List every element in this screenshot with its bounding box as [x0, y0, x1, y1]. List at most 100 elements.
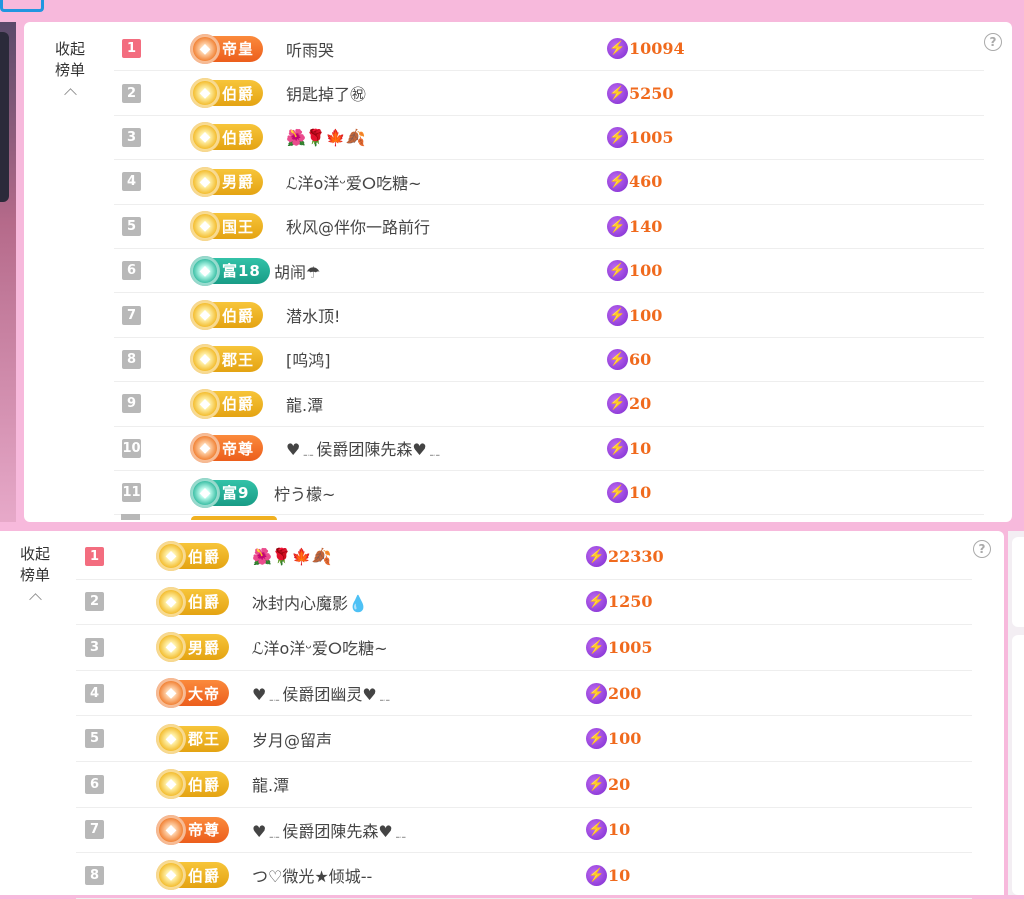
badge-gem-icon: ◆ [190, 344, 220, 375]
table-row[interactable]: 7 ◆ 帝尊 ♥﹎侯爵团陳先森♥﹎ ⚡ 10 [76, 808, 972, 854]
table-row[interactable]: 4 ◆ 男爵 ℒ洋o洋ᵕ爱ⵔ吃糖~ ⚡ 460 [114, 160, 984, 205]
lightning-icon: ⚡ [586, 545, 607, 567]
badge-label: 郡王 [222, 350, 255, 369]
table-row[interactable]: 6 ◆ 伯爵 龍.潭 ⚡ 20 [76, 762, 972, 808]
rank-number: 4 [85, 683, 104, 703]
badge-gem-icon: ◆ [156, 723, 186, 754]
rank-number: 1 [85, 546, 104, 566]
table-row[interactable]: 2 ◆ 伯爵 冰封内心魔影💧 ⚡ 1250 [76, 580, 972, 626]
badge-label: 郡王 [188, 730, 221, 749]
user-name[interactable]: 柠う檬~ [274, 481, 335, 505]
table-row[interactable]: 9 ◆ 伯爵 龍.潭 ⚡ 20 [114, 382, 984, 427]
user-name[interactable]: ♥﹎侯爵团陳先森♥﹎ [286, 436, 443, 460]
table-row[interactable]: 6 ◆ 富18 胡闹☂ ⚡ 100 [114, 249, 984, 294]
table-row[interactable]: 5 ◆ 国王 秋风@伴你一路前行 ⚡ 140 [114, 205, 984, 249]
user-name[interactable]: [呜鸿] [286, 347, 331, 371]
rank-title-badge: ◆ 伯爵 [190, 122, 264, 153]
user-name[interactable]: ℒ洋o洋ᵕ爱ⵔ吃糖~ [286, 170, 422, 194]
score-value: 10 [629, 438, 652, 458]
lightning-icon: ⚡ [607, 260, 628, 282]
contribution-score: ⚡ 200 [586, 682, 641, 704]
badge-label: 伯爵 [222, 395, 255, 414]
table-row[interactable]: 3 ◆ 男爵 ℒ洋o洋ᵕ爱ⵔ吃糖~ ⚡ 1005 [76, 625, 972, 671]
score-value: 140 [629, 216, 663, 236]
badge-gem-icon: ◆ [156, 678, 186, 709]
contribution-score: ⚡ 60 [607, 348, 651, 370]
collapse-label-line1: 收起 [19, 545, 50, 563]
badge-label: 伯爵 [222, 128, 255, 147]
rank-title-badge: ◆ 郡王 [190, 344, 264, 375]
table-row[interactable]: 4 ◆ 大帝 ♥﹎侯爵团幽灵♥﹎ ⚡ 200 [76, 671, 972, 717]
user-name[interactable]: 钥匙掉了㊗ [286, 81, 366, 105]
table-row[interactable]: 10 ◆ 帝尊 ♥﹎侯爵团陳先森♥﹎ ⚡ 10 [114, 427, 984, 471]
user-name[interactable]: 岁月@留声 [252, 727, 332, 751]
badge-gem-icon: ◆ [190, 78, 220, 109]
right-side-card [1012, 635, 1024, 895]
table-row[interactable]: 5 ◆ 郡王 岁月@留声 ⚡ 100 [76, 716, 972, 762]
chevron-up-icon [63, 88, 77, 101]
contribution-score: ⚡ 100 [586, 728, 641, 750]
user-name[interactable]: 龍.潭 [252, 772, 289, 796]
user-name[interactable]: ℒ洋o洋ᵕ爱ⵔ吃糖~ [252, 635, 388, 659]
badge-gem-icon: ◆ [190, 211, 220, 242]
rank-title-badge: ◆ 伯爵 [156, 860, 230, 891]
badge-gem-icon: ◆ [156, 541, 186, 572]
badge-gem-icon: ◆ [156, 814, 186, 845]
badge-label: 伯爵 [188, 866, 221, 885]
contribution-score: ⚡ 5250 [607, 82, 674, 104]
collapse-leaderboard-button[interactable]: 收起 榜单 [15, 544, 55, 606]
rank-number: 7 [85, 820, 104, 840]
user-name[interactable]: 秋风@伴你一路前行 [286, 214, 430, 238]
rank-number: 10 [122, 438, 141, 458]
table-row[interactable]: 1 ◆ 帝皇 听雨哭 ⚡ 10094 [114, 27, 984, 72]
contribution-score: ⚡ 1250 [586, 591, 653, 613]
table-row[interactable]: 7 ◆ 伯爵 潜水顶! ⚡ 100 [114, 293, 984, 338]
rank-title-badge: ◆ 富9 [190, 477, 259, 508]
rank-number: 9 [122, 394, 141, 414]
rank-title-badge: ◆ 伯爵 [190, 388, 264, 419]
user-name[interactable]: 听雨哭 [286, 37, 334, 61]
user-name[interactable]: 🌺🌹🍁🍂 [252, 547, 332, 566]
rank-title-badge: ◆ 伯爵 [156, 586, 230, 617]
table-row[interactable]: 3 ◆ 伯爵 🌺🌹🍁🍂 ⚡ 1005 [114, 116, 984, 161]
rank-number: 1 [122, 39, 141, 59]
user-name[interactable]: 胡闹☂ [274, 259, 320, 283]
leaderboard-panel-1: 收起 榜单 ? 1 ◆ 帝皇 听雨哭 ⚡ 10094 2 ◆ 伯爵 钥匙掉了㊗ ⚡ 5250 3 ◆ 伯爵 🌺… [24, 22, 1012, 522]
help-icon[interactable]: ? [973, 540, 991, 558]
score-value: 20 [629, 394, 652, 414]
left-side-strip [0, 22, 16, 522]
table-row[interactable]: 8 ◆ 郡王 [呜鸿] ⚡ 60 [114, 338, 984, 383]
badge-label: 富9 [222, 484, 250, 503]
badge-gem-icon: ◆ [190, 477, 220, 508]
user-name[interactable]: 潜水顶! [286, 303, 340, 327]
right-side-strip [1008, 531, 1024, 895]
table-row[interactable]: 8 ◆ 伯爵 つ♡微光★倾城-- ⚡ 10 [76, 853, 972, 899]
score-value: 10 [608, 865, 631, 885]
lightning-icon: ⚡ [607, 482, 628, 504]
badge-label: 男爵 [188, 638, 221, 657]
user-name[interactable]: 龍.潭 [286, 392, 323, 416]
contribution-score: ⚡ 22330 [586, 545, 664, 567]
user-name[interactable]: ♥﹎侯爵团陳先森♥﹎ [252, 818, 409, 842]
rank-number: 4 [122, 172, 141, 192]
help-icon[interactable]: ? [984, 33, 1002, 51]
table-row[interactable]: 2 ◆ 伯爵 钥匙掉了㊗ ⚡ 5250 [114, 71, 984, 116]
badge-label: 伯爵 [222, 84, 255, 103]
lightning-icon: ⚡ [607, 171, 628, 193]
user-name[interactable]: つ♡微光★倾城-- [252, 863, 372, 887]
lightning-icon: ⚡ [607, 393, 628, 415]
table-row[interactable]: 11 ◆ 富9 柠う檬~ ⚡ 10 [114, 471, 984, 516]
lightning-icon: ⚡ [607, 304, 628, 326]
badge-label: 富18 [222, 262, 261, 281]
score-value: 460 [629, 172, 663, 192]
lightning-icon: ⚡ [607, 82, 628, 104]
collapse-leaderboard-button[interactable]: 收起 榜单 [50, 39, 90, 101]
user-name[interactable]: 冰封内心魔影💧 [252, 590, 368, 614]
score-value: 20 [608, 774, 631, 794]
badge-gem-icon: ◆ [190, 33, 220, 64]
user-name[interactable]: ♥﹎侯爵团幽灵♥﹎ [252, 681, 393, 705]
user-name[interactable]: 🌺🌹🍁🍂 [286, 128, 366, 147]
contribution-score: ⚡ 1005 [586, 636, 653, 658]
table-row[interactable]: 1 ◆ 伯爵 🌺🌹🍁🍂 ⚡ 22330 [76, 534, 972, 580]
lightning-icon: ⚡ [586, 864, 607, 886]
